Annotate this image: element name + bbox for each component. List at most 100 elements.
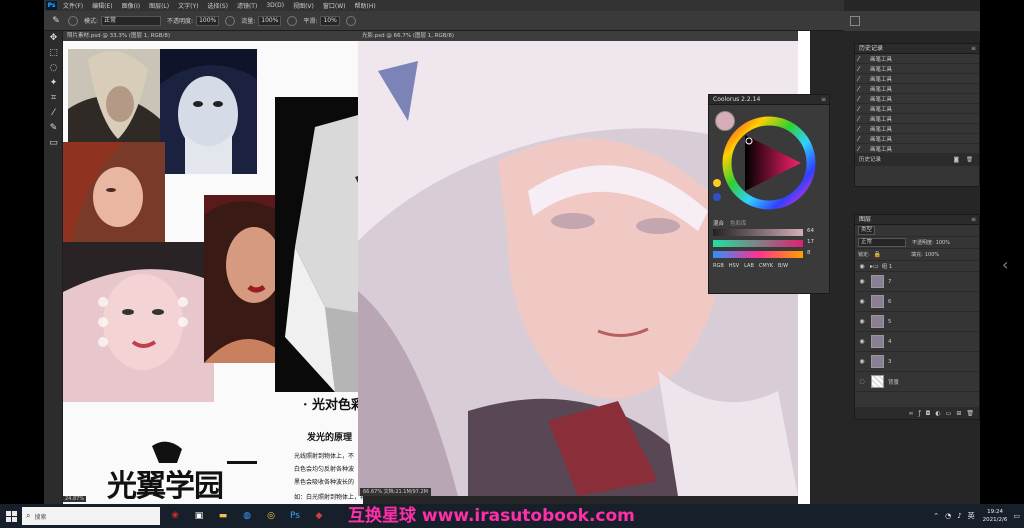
- menu-window[interactable]: 窗口(W): [323, 1, 346, 10]
- panel-menu-icon[interactable]: ≡: [971, 44, 976, 54]
- menu-select[interactable]: 选择(S): [207, 1, 228, 10]
- lock-icon[interactable]: 🔒: [874, 251, 881, 258]
- zoom-readout[interactable]: 24.87%: [63, 496, 87, 502]
- volume-icon[interactable]: ♪: [957, 512, 961, 520]
- crop-tool-icon[interactable]: ⌗: [44, 91, 63, 106]
- eye-icon[interactable]: ◉: [857, 263, 867, 270]
- history-item[interactable]: ⁄ 画笔工具: [855, 84, 979, 94]
- eraser-tool-icon[interactable]: ▭: [44, 136, 63, 151]
- eye-icon[interactable]: ◌: [857, 378, 867, 385]
- panel-menu-icon[interactable]: ≡: [821, 95, 826, 105]
- painting-zoom-readout[interactable]: 66.67%: [363, 489, 382, 495]
- photoshop-taskbar-icon[interactable]: Ps: [286, 507, 304, 525]
- menu-help[interactable]: 帮助(H): [355, 1, 376, 10]
- mode-rgb[interactable]: RGB: [713, 263, 724, 269]
- history-item[interactable]: ⁄ 画笔工具: [855, 64, 979, 74]
- link-icon[interactable]: ∞: [909, 410, 914, 417]
- layers-panel-title[interactable]: 图层 ≡: [855, 215, 979, 225]
- history-panel-title[interactable]: 历史记录 ≡: [855, 44, 979, 54]
- chrome-browser-icon[interactable]: ◎: [262, 507, 280, 525]
- pressure-opacity-icon[interactable]: [225, 15, 236, 26]
- layer-item[interactable]: ◉ 6: [855, 292, 979, 312]
- layer-item[interactable]: ◌ 背景: [855, 372, 979, 392]
- settings-gear-icon[interactable]: [345, 15, 356, 26]
- coolorus-panel-title[interactable]: Coolorus 2.2.14 ≡: [709, 95, 829, 105]
- layer-item[interactable]: ◉ 5: [855, 312, 979, 332]
- slider-3-value[interactable]: 8: [807, 250, 811, 256]
- smoothing-field[interactable]: 10%: [320, 15, 340, 26]
- adjustment-icon[interactable]: ◐: [935, 410, 940, 417]
- tab-swatches[interactable]: 色彩库: [730, 219, 747, 227]
- mode-bw[interactable]: B/W: [778, 263, 788, 269]
- camera-icon[interactable]: ◙: [954, 154, 959, 166]
- blend-mode-select[interactable]: 正常: [858, 238, 906, 247]
- eye-icon[interactable]: ◉: [857, 358, 867, 365]
- tab-mix[interactable]: 混合: [713, 219, 724, 227]
- layer-opacity-value[interactable]: 100%: [936, 240, 950, 246]
- file-explorer-icon[interactable]: ▬: [214, 507, 232, 525]
- move-tool-icon[interactable]: ✥: [44, 31, 63, 46]
- menu-type[interactable]: 文字(Y): [178, 1, 198, 10]
- menu-edit[interactable]: 编辑(E): [92, 1, 112, 10]
- eye-icon[interactable]: ◉: [857, 298, 867, 305]
- history-item[interactable]: ⁄ 画笔工具: [855, 134, 979, 144]
- history-item[interactable]: ⁄ 画笔工具: [855, 54, 979, 64]
- new-layer-icon[interactable]: ⊞: [956, 410, 961, 417]
- layer-item[interactable]: ◉ 7: [855, 272, 979, 292]
- chevron-up-icon[interactable]: ⌃: [933, 512, 939, 520]
- menu-filter[interactable]: 滤镜(T): [237, 1, 257, 10]
- history-item[interactable]: ⁄ 画笔工具: [855, 124, 979, 134]
- history-item[interactable]: ⁄ 画笔工具: [855, 94, 979, 104]
- brush-tool-icon[interactable]: ✎: [50, 15, 62, 27]
- document-tab-reference[interactable]: 照片素材.psd @ 33.3% (图层 1, RGB/8): [63, 31, 363, 41]
- ime-icon[interactable]: 英: [968, 511, 975, 521]
- marquee-tool-icon[interactable]: ⬚: [44, 46, 63, 61]
- layer-group[interactable]: ◉ ▸▭ 组 1: [855, 261, 979, 272]
- slider-1[interactable]: [713, 229, 803, 236]
- lantern-icon[interactable]: ❀: [166, 507, 184, 525]
- trash-icon[interactable]: 🗑: [966, 410, 974, 417]
- notification-icon[interactable]: ▭: [1013, 512, 1020, 520]
- edge-browser-icon[interactable]: ◍: [238, 507, 256, 525]
- menu-image[interactable]: 图像(I): [122, 1, 140, 10]
- layer-kind-filter[interactable]: 类型: [858, 226, 876, 235]
- slider-2-value[interactable]: 17: [807, 239, 814, 245]
- start-button[interactable]: [0, 504, 22, 528]
- menu-file[interactable]: 文件(F): [63, 1, 83, 10]
- menu-layer[interactable]: 图层(L): [149, 1, 169, 10]
- mask-icon[interactable]: ◘: [926, 410, 931, 417]
- eyedropper-tool-icon[interactable]: ⁄: [44, 106, 63, 121]
- workspace-icon[interactable]: [850, 16, 860, 26]
- task-view-icon[interactable]: ▣: [190, 507, 208, 525]
- panel-menu-icon[interactable]: ≡: [971, 215, 976, 225]
- clock[interactable]: 19:24 2021/2/6: [983, 508, 1008, 524]
- network-icon[interactable]: ◔: [945, 512, 951, 520]
- mode-cmyk[interactable]: CMYK: [759, 263, 773, 269]
- trash-icon[interactable]: 🗑: [966, 154, 973, 166]
- layer-item[interactable]: ◉ 3: [855, 352, 979, 372]
- new-group-icon[interactable]: ▭: [946, 410, 952, 417]
- menu-view[interactable]: 视图(V): [293, 1, 314, 10]
- brush-tool-icon[interactable]: ✎: [44, 121, 63, 136]
- canvas-area[interactable]: 照片素材.psd @ 33.3% (图层 1, RGB/8) · 光对色彩 发光…: [63, 31, 844, 504]
- app-icon[interactable]: ◆: [310, 507, 328, 525]
- layer-item[interactable]: ◉ 4: [855, 332, 979, 352]
- airbrush-icon[interactable]: [287, 15, 298, 26]
- history-item[interactable]: ⁄ 画笔工具: [855, 114, 979, 124]
- mode-lab[interactable]: LAB: [744, 263, 754, 269]
- mode-hsv[interactable]: HSV: [729, 263, 739, 269]
- history-item[interactable]: ⁄ 画笔工具: [855, 74, 979, 84]
- document-tab-painting[interactable]: 光影.psd @ 66.7% (图层 1, RGB/8): [358, 31, 798, 41]
- photoshop-logo-icon[interactable]: Ps: [46, 1, 57, 10]
- eye-icon[interactable]: ◉: [857, 338, 867, 345]
- fx-icon[interactable]: ƒ: [919, 410, 921, 417]
- taskbar-search[interactable]: ⌕ 搜索: [22, 507, 160, 525]
- chevron-left-icon[interactable]: ‹: [1002, 255, 1008, 274]
- eye-icon[interactable]: ◉: [857, 278, 867, 285]
- flow-field[interactable]: 100%: [258, 15, 282, 26]
- magic-wand-tool-icon[interactable]: ✦: [44, 76, 63, 91]
- opacity-field[interactable]: 100%: [196, 15, 220, 26]
- slider-2[interactable]: [713, 240, 803, 247]
- slider-3[interactable]: [713, 251, 803, 258]
- history-item[interactable]: ⁄ 画笔工具: [855, 104, 979, 114]
